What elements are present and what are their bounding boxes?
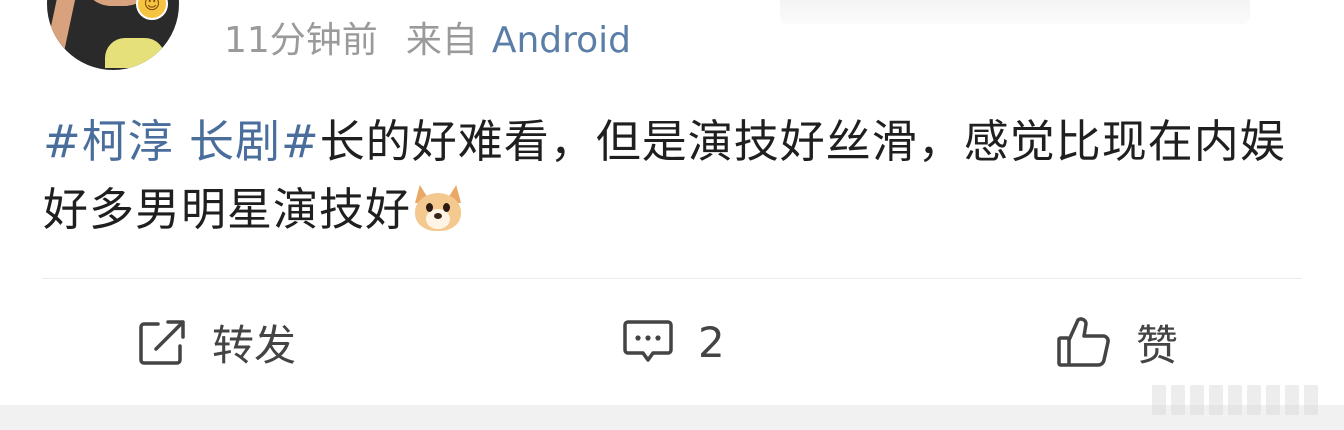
comment-icon: [622, 318, 674, 366]
avatar-shirt: [105, 38, 165, 68]
post-time: 11分钟前: [224, 20, 378, 61]
repost-icon: [138, 318, 188, 366]
comment-count: 2: [698, 317, 725, 367]
post-content: #柯淳 长剧#长的好难看，但是演技好丝滑，感觉比现在内娱好多男明星演技好: [43, 108, 1303, 244]
top-faded-bar: [780, 0, 1250, 24]
repost-button[interactable]: 转发: [138, 317, 296, 370]
hashtag-link[interactable]: #柯淳 长剧#: [43, 115, 320, 168]
watermark-icon: [1122, 380, 1318, 420]
post-source[interactable]: Android: [492, 20, 631, 61]
like-label: 赞: [1136, 320, 1179, 370]
comment-button[interactable]: 2: [622, 317, 725, 367]
dog-face-emoji-icon: [413, 185, 463, 231]
from-label: 来自: [405, 20, 478, 61]
weibo-post-card: ☺ 11分钟前 来自 Android #柯淳 长剧#长的好难看，但是演技好丝滑，感觉…: [0, 0, 1344, 405]
post-meta: 11分钟前 来自 Android: [224, 18, 631, 64]
like-button[interactable]: 赞: [1056, 316, 1178, 370]
thumbs-up-icon: [1056, 316, 1112, 368]
avatar-arm: [47, 0, 80, 59]
repost-label: 转发: [212, 320, 297, 370]
